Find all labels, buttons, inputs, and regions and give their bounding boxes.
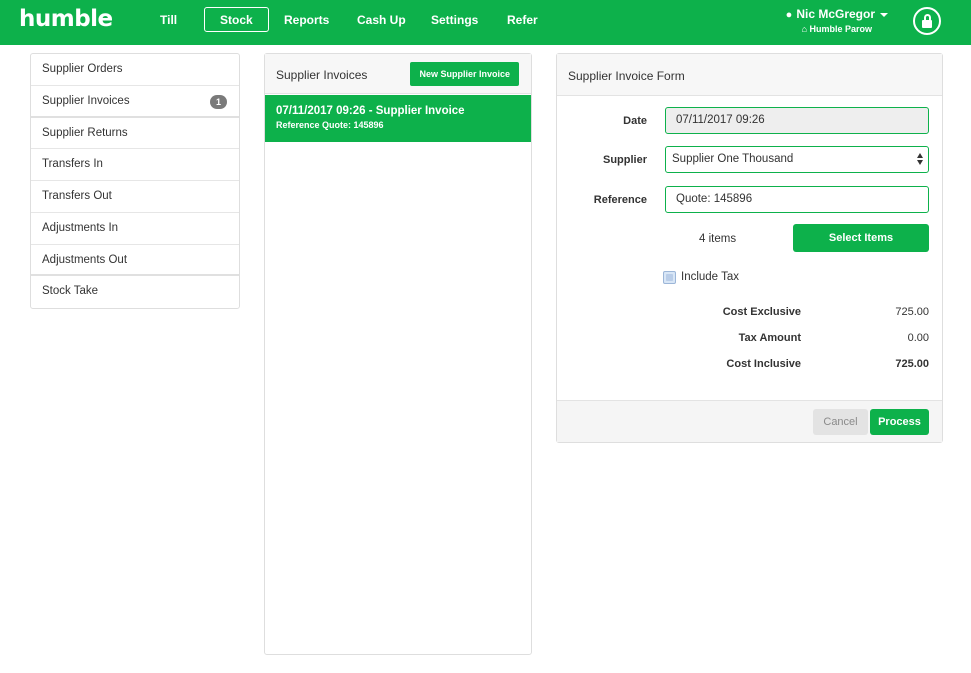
tax-amount-value: 0.00 <box>907 332 929 344</box>
sidebar-item-transfers-in[interactable]: Transfers In <box>31 149 239 181</box>
lock-button[interactable] <box>913 7 941 35</box>
include-tax-label[interactable]: Include Tax <box>681 271 739 283</box>
panel-title: Supplier Invoices <box>276 68 368 82</box>
cost-inclusive-label: Cost Inclusive <box>726 358 801 370</box>
invoice-list-item[interactable]: 07/11/2017 09:26 - Supplier Invoice Refe… <box>265 95 531 142</box>
top-navigation-bar: humble Till Stock Reports Cash Up Settin… <box>0 0 971 45</box>
new-supplier-invoice-button[interactable]: New Supplier Invoice <box>410 62 519 86</box>
user-name-row[interactable]: ● Nic McGregor <box>786 7 888 21</box>
sidebar-item-label: Adjustments In <box>42 221 119 234</box>
caret-down-icon <box>880 12 888 17</box>
stock-sidebar: Supplier Orders Supplier Invoices 1 Suppl… <box>30 53 240 309</box>
form-header: Supplier Invoice Form <box>557 54 942 96</box>
humble-logo[interactable]: humble <box>19 6 113 32</box>
reference-label: Reference <box>593 194 647 206</box>
user-icon: ● <box>785 9 793 21</box>
user-name: Nic McGregor <box>796 7 875 21</box>
sidebar-item-label: Supplier Invoices <box>42 94 130 107</box>
process-button[interactable]: Process <box>870 409 929 435</box>
user-menu[interactable]: ● Nic McGregor ⌂ Humble Parow <box>786 7 888 34</box>
supplier-selected-value: Supplier One Thousand <box>672 153 794 165</box>
supplier-select[interactable]: Supplier One Thousand <box>665 146 929 173</box>
nav-stock[interactable]: Stock <box>204 7 269 32</box>
nav-settings[interactable]: Settings <box>431 13 478 27</box>
sidebar-item-label: Adjustments Out <box>42 253 128 266</box>
sidebar-item-transfers-out[interactable]: Transfers Out <box>31 181 239 213</box>
cost-exclusive-label: Cost Exclusive <box>722 306 801 318</box>
nav-cash-up[interactable]: Cash Up <box>357 13 406 27</box>
sidebar-item-label: Transfers In <box>42 158 103 171</box>
store-name-row: ⌂ Humble Parow <box>786 24 888 34</box>
form-title: Supplier Invoice Form <box>568 69 685 83</box>
select-items-button[interactable]: Select Items <box>793 224 929 252</box>
reference-input[interactable]: Quote: 145896 <box>665 186 929 213</box>
count-badge: 1 <box>210 94 227 109</box>
sidebar-item-supplier-orders[interactable]: Supplier Orders <box>31 54 239 86</box>
form-footer: Cancel Process <box>557 400 942 442</box>
tax-amount-label: Tax Amount <box>738 332 801 344</box>
cancel-button[interactable]: Cancel <box>813 409 868 435</box>
sidebar-item-label: Supplier Returns <box>42 126 128 139</box>
home-icon: ⌂ <box>801 24 808 34</box>
date-label: Date <box>623 115 647 127</box>
sidebar-item-supplier-invoices[interactable]: Supplier Invoices 1 <box>31 86 239 118</box>
select-arrows-icon <box>917 153 923 165</box>
sidebar-item-stock-take[interactable]: Stock Take <box>31 276 239 308</box>
sidebar-item-adjustments-out[interactable]: Adjustments Out <box>31 245 239 277</box>
nav-till[interactable]: Till <box>160 13 177 27</box>
include-tax-checkbox[interactable] <box>663 271 676 284</box>
sidebar-item-label: Transfers Out <box>42 190 112 202</box>
invoice-title: 07/11/2017 09:26 - Supplier Invoice <box>276 105 465 117</box>
supplier-label: Supplier <box>602 154 647 166</box>
panel-header: Supplier Invoices New Supplier Invoice <box>265 54 531 94</box>
supplier-invoice-form: Supplier Invoice Form Date 07/11/2017 09… <box>556 53 943 443</box>
store-name: Humble Parow <box>809 24 873 34</box>
date-field[interactable]: 07/11/2017 09:26 <box>665 107 929 134</box>
nav-refer[interactable]: Refer <box>507 13 538 27</box>
items-count: 4 items <box>699 233 737 245</box>
nav-reports[interactable]: Reports <box>284 13 329 27</box>
cost-exclusive-value: 725.00 <box>895 306 929 318</box>
invoice-reference: Reference Quote: 145896 <box>276 120 384 130</box>
sidebar-item-label: Stock Take <box>42 285 99 298</box>
sidebar-item-supplier-returns[interactable]: Supplier Returns <box>31 118 239 150</box>
sidebar-item-label: Supplier Orders <box>42 63 123 75</box>
lock-icon <box>922 20 932 28</box>
sidebar-item-adjustments-in[interactable]: Adjustments In <box>31 213 239 245</box>
supplier-invoices-panel: Supplier Invoices New Supplier Invoice 0… <box>264 53 532 655</box>
cost-inclusive-value: 725.00 <box>895 358 929 370</box>
